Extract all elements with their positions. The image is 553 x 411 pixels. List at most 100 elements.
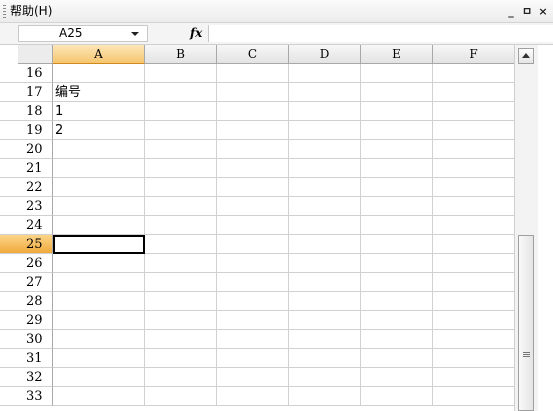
cell-d30[interactable] (289, 330, 361, 349)
row-header[interactable]: 29 (0, 311, 53, 330)
cell-a29[interactable] (53, 311, 145, 330)
cell-d19[interactable] (289, 121, 361, 140)
cell-b29[interactable] (145, 311, 217, 330)
cell-c32[interactable] (217, 368, 289, 387)
cell-d23[interactable] (289, 197, 361, 216)
cell-f18[interactable] (433, 102, 514, 121)
cell-c24[interactable] (217, 216, 289, 235)
cell-b32[interactable] (145, 368, 217, 387)
cell-f19[interactable] (433, 121, 514, 140)
cell-a27[interactable] (53, 273, 145, 292)
cell-f24[interactable] (433, 216, 514, 235)
cell-f25[interactable] (433, 235, 514, 254)
cell-e23[interactable] (361, 197, 433, 216)
cell-e22[interactable] (361, 178, 433, 197)
cell-c19[interactable] (217, 121, 289, 140)
vertical-scrollbar[interactable] (514, 45, 538, 411)
column-header-c[interactable]: C (217, 45, 289, 64)
cell-f26[interactable] (433, 254, 514, 273)
cell-d24[interactable] (289, 216, 361, 235)
row-header[interactable]: 27 (0, 273, 53, 292)
row-header[interactable]: 32 (0, 368, 53, 387)
cell-a23[interactable] (53, 197, 145, 216)
column-header-f[interactable]: F (433, 45, 514, 64)
row-header[interactable]: 25 (0, 235, 53, 254)
cell-b20[interactable] (145, 140, 217, 159)
scroll-up-icon[interactable] (518, 48, 534, 64)
cell-b17[interactable] (145, 83, 217, 102)
row-header[interactable]: 31 (0, 349, 53, 368)
cell-d25[interactable] (289, 235, 361, 254)
cell-b21[interactable] (145, 159, 217, 178)
cell-c16[interactable] (217, 64, 289, 83)
cell-c21[interactable] (217, 159, 289, 178)
cell-e24[interactable] (361, 216, 433, 235)
cell-c31[interactable] (217, 349, 289, 368)
chevron-down-icon[interactable] (131, 32, 139, 36)
cell-e28[interactable] (361, 292, 433, 311)
cell-e31[interactable] (361, 349, 433, 368)
cell-b25[interactable] (145, 235, 217, 254)
cell-e26[interactable] (361, 254, 433, 273)
cell-f20[interactable] (433, 140, 514, 159)
row-header[interactable]: 24 (0, 216, 53, 235)
cell-c22[interactable] (217, 178, 289, 197)
row-header[interactable]: 23 (0, 197, 53, 216)
cell-b23[interactable] (145, 197, 217, 216)
cell-c23[interactable] (217, 197, 289, 216)
cell-c30[interactable] (217, 330, 289, 349)
cell-a25[interactable] (53, 235, 145, 254)
cell-b16[interactable] (145, 64, 217, 83)
row-header[interactable]: 22 (0, 178, 53, 197)
cell-c18[interactable] (217, 102, 289, 121)
cell-a18[interactable]: 1 (53, 102, 145, 121)
restore-button[interactable]: ㅁ (519, 3, 535, 19)
cell-b30[interactable] (145, 330, 217, 349)
cell-f28[interactable] (433, 292, 514, 311)
cell-d29[interactable] (289, 311, 361, 330)
cell-a33[interactable] (53, 387, 145, 406)
cell-e29[interactable] (361, 311, 433, 330)
cell-b19[interactable] (145, 121, 217, 140)
cell-d21[interactable] (289, 159, 361, 178)
cell-e20[interactable] (361, 140, 433, 159)
cell-f29[interactable] (433, 311, 514, 330)
row-header[interactable]: 18 (0, 102, 53, 121)
formula-input[interactable] (208, 25, 553, 42)
cell-e33[interactable] (361, 387, 433, 406)
cell-a32[interactable] (53, 368, 145, 387)
cell-a26[interactable] (53, 254, 145, 273)
cell-e27[interactable] (361, 273, 433, 292)
row-header[interactable]: 17 (0, 83, 53, 102)
cell-a21[interactable] (53, 159, 145, 178)
cell-a30[interactable] (53, 330, 145, 349)
row-header[interactable]: 28 (0, 292, 53, 311)
cell-e18[interactable] (361, 102, 433, 121)
cell-c26[interactable] (217, 254, 289, 273)
cell-e32[interactable] (361, 368, 433, 387)
cell-a19[interactable]: 2 (53, 121, 145, 140)
column-header-b[interactable]: B (145, 45, 217, 64)
cell-c20[interactable] (217, 140, 289, 159)
cell-a22[interactable] (53, 178, 145, 197)
cell-b28[interactable] (145, 292, 217, 311)
cell-f21[interactable] (433, 159, 514, 178)
cell-b22[interactable] (145, 178, 217, 197)
cell-a16[interactable] (53, 64, 145, 83)
cell-e25[interactable] (361, 235, 433, 254)
cell-c29[interactable] (217, 311, 289, 330)
cell-f16[interactable] (433, 64, 514, 83)
row-header[interactable]: 21 (0, 159, 53, 178)
cell-b33[interactable] (145, 387, 217, 406)
cell-c28[interactable] (217, 292, 289, 311)
close-button[interactable]: × (535, 5, 551, 18)
cell-b27[interactable] (145, 273, 217, 292)
cell-d16[interactable] (289, 64, 361, 83)
cell-e21[interactable] (361, 159, 433, 178)
cell-d18[interactable] (289, 102, 361, 121)
row-header[interactable]: 26 (0, 254, 53, 273)
minimize-button[interactable]: _ (503, 5, 519, 18)
row-header[interactable]: 19 (0, 121, 53, 140)
cell-c33[interactable] (217, 387, 289, 406)
cell-d32[interactable] (289, 368, 361, 387)
